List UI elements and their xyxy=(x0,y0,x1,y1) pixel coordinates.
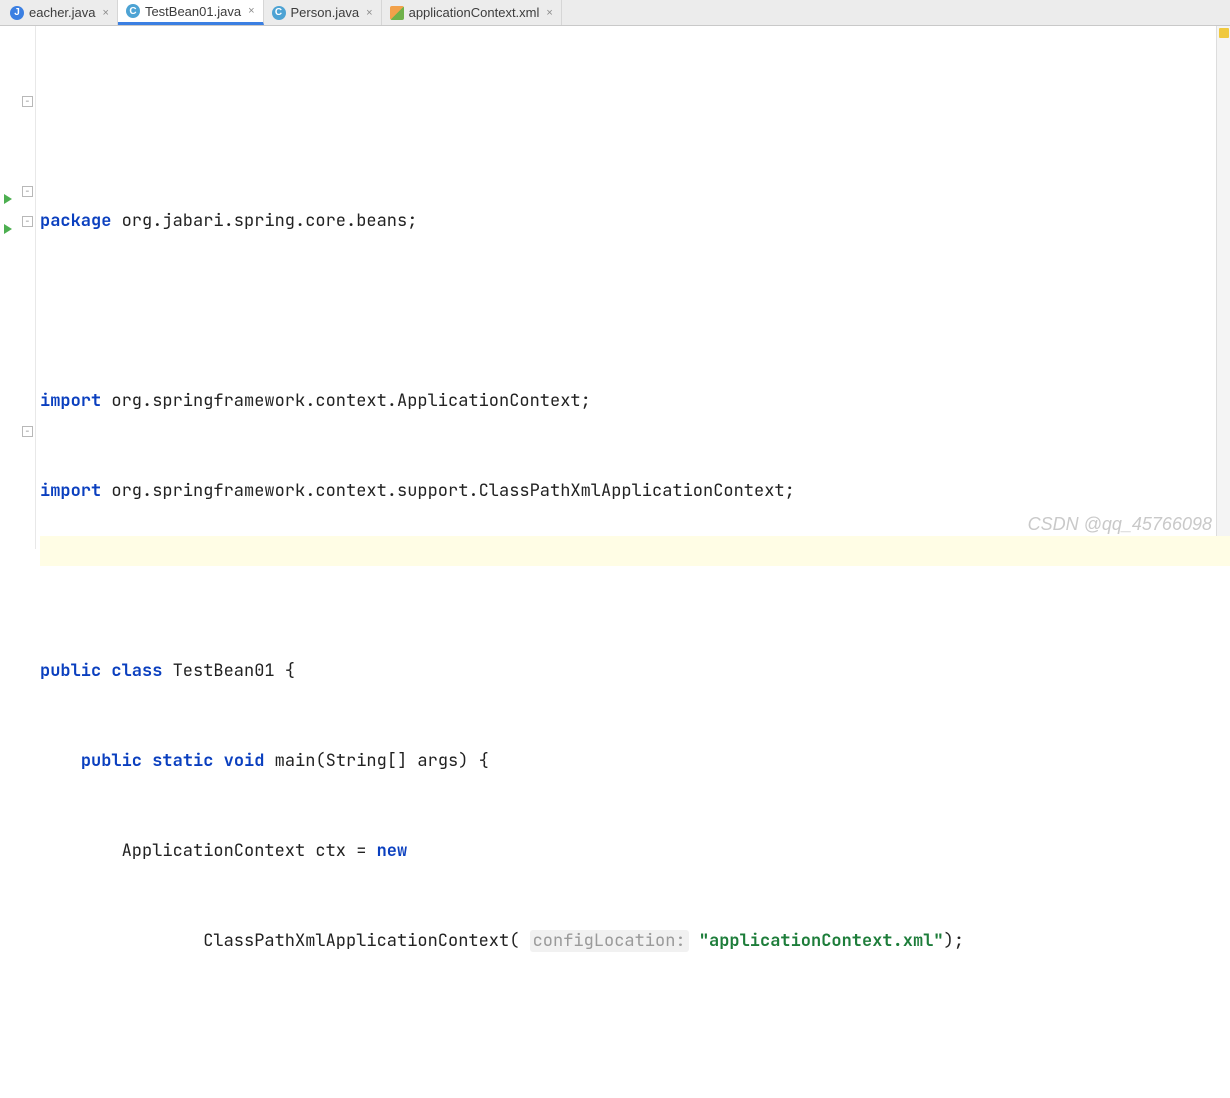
fold-icon[interactable]: − xyxy=(22,426,33,437)
run-gutter-icon[interactable] xyxy=(4,224,12,234)
code-line: public class TestBean01 { xyxy=(40,656,1230,686)
tab-label: TestBean01.java xyxy=(145,4,241,19)
code-line: package org.jabari.spring.core.beans; xyxy=(40,206,1230,236)
tab-person[interactable]: C Person.java × xyxy=(264,0,382,25)
close-icon[interactable]: × xyxy=(248,5,254,17)
tab-appcontext-xml[interactable]: applicationContext.xml × xyxy=(382,0,562,25)
code-editor[interactable]: − − − − package org.jabari.spring.core.b… xyxy=(0,26,1230,549)
code-line: import org.springframework.context.Appli… xyxy=(40,386,1230,416)
class-file-icon: C xyxy=(272,6,286,20)
watermark-text: CSDN @qq_45766098 xyxy=(1028,514,1212,535)
code-line: import org.springframework.context.suppo… xyxy=(40,476,1230,506)
code-line xyxy=(40,566,1230,596)
code-area[interactable]: package org.jabari.spring.core.beans; im… xyxy=(36,26,1230,549)
warning-indicator-icon[interactable] xyxy=(1219,28,1229,38)
xml-file-icon xyxy=(390,6,404,20)
close-icon[interactable]: × xyxy=(366,7,372,19)
tab-testbean01[interactable]: C TestBean01.java × xyxy=(118,0,264,25)
error-stripe[interactable] xyxy=(1216,26,1230,549)
editor-tabs: J eacher.java × C TestBean01.java × C Pe… xyxy=(0,0,1230,26)
code-line: ApplicationContext ctx = new xyxy=(40,836,1230,866)
current-line-highlight xyxy=(40,536,1230,566)
fold-icon[interactable]: − xyxy=(22,216,33,227)
code-line xyxy=(40,1016,1230,1046)
inlay-hint: configLocation: xyxy=(530,930,689,952)
fold-icon[interactable]: − xyxy=(22,96,33,107)
code-line: ClassPathXmlApplicationContext( configLo… xyxy=(40,926,1230,956)
class-file-icon: C xyxy=(126,4,140,18)
tab-teacher[interactable]: J eacher.java × xyxy=(2,0,118,25)
run-gutter-icon[interactable] xyxy=(4,194,12,204)
editor-gutter: − − − − xyxy=(0,26,36,549)
fold-icon[interactable]: − xyxy=(22,186,33,197)
tab-label: eacher.java xyxy=(29,5,96,20)
close-icon[interactable]: × xyxy=(546,7,552,19)
tab-label: Person.java xyxy=(291,5,360,20)
java-file-icon: J xyxy=(10,6,24,20)
code-line: public static void main(String[] args) { xyxy=(40,746,1230,776)
close-icon[interactable]: × xyxy=(103,7,109,19)
tab-label: applicationContext.xml xyxy=(409,5,540,20)
code-line xyxy=(40,296,1230,326)
